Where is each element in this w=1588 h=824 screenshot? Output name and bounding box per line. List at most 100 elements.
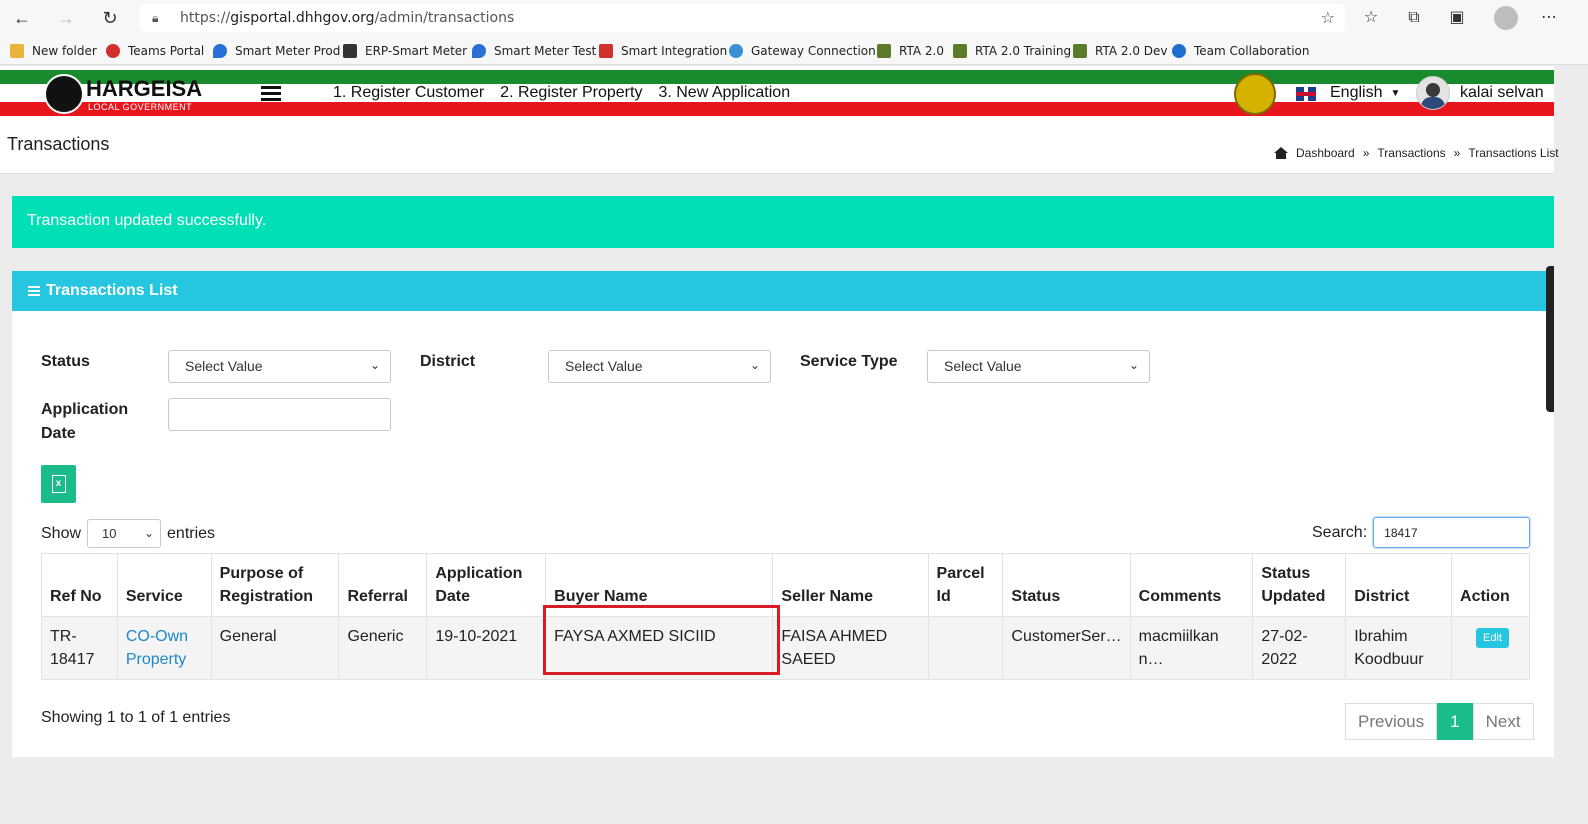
status-filter-select[interactable]: Select Value ⌄ [168,350,391,383]
profile-icon[interactable] [1494,6,1518,30]
cell-district: Ibrahim Koodbuur [1345,616,1453,680]
breadcrumb-separator: » [1362,146,1370,160]
column-header-status-updated[interactable]: Status Updated [1252,553,1347,617]
bookmark-smart-meter-prod[interactable]: Smart Meter Prod [213,41,340,61]
column-header-referral[interactable]: Referral [338,553,428,617]
buyer-name-highlight [543,605,780,675]
refresh-icon[interactable]: ↻ [98,6,122,30]
application-date-input[interactable] [168,398,391,431]
list-icon [28,286,40,296]
bookmark-erp-smart-meter[interactable]: ERP-Smart Meter [343,41,467,61]
search-label: Search: [1312,523,1368,541]
header-stripe-red [0,102,1554,116]
favorites-icon[interactable]: ☆ [1360,7,1382,29]
column-header-comments[interactable]: Comments [1129,553,1254,617]
address-bar[interactable]: 🔒︎ https://gisportal.dhhgov.org/admin/tr… [140,4,1345,32]
edit-button[interactable]: Edit [1476,628,1509,648]
breadcrumb-separator: » [1453,146,1461,160]
transactions-table: Ref No Service Purpose of Registration R… [41,553,1530,680]
table-header-row: Ref No Service Purpose of Registration R… [41,553,1530,617]
bookmark-smart-integration[interactable]: Smart Integration [599,41,727,61]
district-filter-label: District [420,353,476,370]
bookmark-gateway-connection[interactable]: Gateway Connection [729,41,876,61]
add-favorite-icon[interactable]: ☆ [1321,8,1335,28]
bookmark-rta-2-training[interactable]: RTA 2.0 Training [953,41,1071,61]
bookmarks-bar: New folder Teams Portal Smart Meter Prod… [0,36,1588,65]
bookmark-new-folder[interactable]: New folder [10,41,97,61]
service-type-filter-select[interactable]: Select Value ⌄ [927,350,1150,383]
bookmark-team-collaboration[interactable]: Team Collaboration [1172,41,1310,61]
menu-toggle-icon[interactable] [261,86,281,102]
more-icon[interactable]: ⋯ [1538,7,1560,29]
browser-toolbar: ← → ↻ 🔒︎ https://gisportal.dhhgov.org/ad… [0,0,1588,36]
pagination-next[interactable]: Next [1472,703,1534,740]
home-icon [1274,147,1288,159]
column-header-ref-no[interactable]: Ref No [41,553,118,617]
logo-subtitle: LOCAL GOVERNMENT [88,102,193,112]
user-name[interactable]: kalai selvan [1460,84,1544,102]
cell-action: Edit [1451,616,1530,680]
cell-status: CustomerSer… [1002,616,1131,680]
page-title: Transactions [7,134,110,154]
logo-badge-icon [44,74,84,114]
back-icon[interactable]: ← [10,6,34,30]
table-info: Showing 1 to 1 of 1 entries [41,709,231,726]
pagination-previous[interactable]: Previous [1345,703,1438,740]
menu-register-customer[interactable]: 1. Register Customer [333,84,484,102]
collections-icon[interactable]: ⧉ [1403,7,1425,29]
cell-application-date: 19-10-2021 [426,616,547,680]
bookmark-rta-2-dev[interactable]: RTA 2.0 Dev [1073,41,1168,61]
page-title-bar: Transactions Dashboard » Transactions » … [0,120,1559,174]
search-input[interactable]: 18417 [1373,517,1531,548]
app-header: HARGEISA LOCAL GOVERNMENT 1. Register Cu… [0,66,1554,120]
export-excel-button[interactable]: x [41,465,76,503]
uk-flag-icon [1296,87,1316,101]
breadcrumb-dashboard[interactable]: Dashboard [1296,146,1355,160]
cell-service: CO-Own Property [116,616,212,680]
column-header-purpose[interactable]: Purpose of Registration [210,553,340,617]
logo-title: HARGEISA [86,76,203,101]
chevron-down-icon: ⌄ [369,358,380,372]
cell-status-updated: 27-02-2022 [1252,616,1347,680]
logo[interactable]: HARGEISA LOCAL GOVERNMENT [44,74,202,114]
bookmark-teams-portal[interactable]: Teams Portal [106,41,204,61]
header-stripe-green [0,70,1554,84]
menu-register-property[interactable]: 2. Register Property [500,84,642,102]
bookmark-smart-meter-test[interactable]: Smart Meter Test [472,41,596,61]
collaboration-icon [1172,44,1186,58]
avatar[interactable] [1416,76,1450,110]
column-header-service[interactable]: Service [116,553,212,617]
side-panel-handle[interactable] [1546,266,1554,412]
column-header-seller-name[interactable]: Seller Name [772,553,929,617]
screenshot-icon[interactable]: ▣ [1446,7,1468,29]
breadcrumb-transactions-list: Transactions List [1468,146,1559,160]
cell-parcel-id [927,616,1004,680]
page-length-select[interactable]: 10 ⌄ [87,519,162,548]
menu-new-application[interactable]: 3. New Application [658,84,790,102]
gateway-icon [729,44,743,58]
page-length-control: Show 10 ⌄ entries [41,519,215,548]
column-header-application-date[interactable]: Application Date [426,553,547,617]
pagination-page-1[interactable]: 1 [1437,703,1473,740]
column-header-status[interactable]: Status [1002,553,1131,617]
breadcrumb-transactions[interactable]: Transactions [1377,146,1445,160]
card-header: Transactions List [12,271,1554,311]
cell-seller-name: FAISA AHMED SAEED [772,616,929,680]
status-filter-label: Status [41,353,90,370]
column-header-action[interactable]: Action [1451,553,1530,617]
url-text: https://gisportal.dhhgov.org/admin/trans… [180,10,515,26]
erp-icon [343,44,357,58]
forward-icon[interactable]: → [54,6,78,30]
folder-icon [10,44,24,58]
pagination: Previous 1 Next [1345,703,1534,740]
bookmark-rta-2[interactable]: RTA 2.0 [877,41,944,61]
service-link[interactable]: CO-Own Property [126,628,188,668]
breadcrumb: Dashboard » Transactions » Transactions … [1274,146,1559,160]
column-header-district[interactable]: District [1345,553,1453,617]
water-drop-icon [472,44,486,58]
language-selector[interactable]: English ▼ [1330,84,1400,102]
column-header-parcel-id[interactable]: Parcel Id [927,553,1004,617]
chevron-down-icon: ⌄ [1128,358,1139,372]
cell-purpose: General [210,616,340,680]
district-filter-select[interactable]: Select Value ⌄ [548,350,771,383]
